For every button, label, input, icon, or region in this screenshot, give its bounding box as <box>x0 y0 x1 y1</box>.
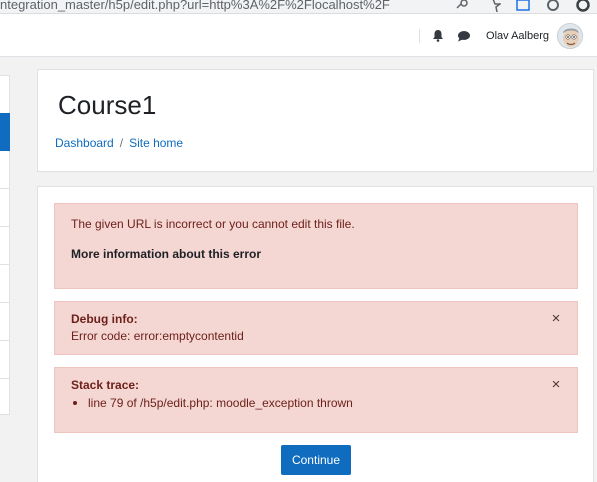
error-alert: The given URL is incorrect or you cannot… <box>54 203 578 289</box>
nav-drawer <box>0 75 10 415</box>
key-icon[interactable] <box>455 0 471 12</box>
error-message: The given URL is incorrect or you cannot… <box>71 217 355 231</box>
drawer-divider <box>0 302 10 303</box>
browser-icons <box>455 0 597 13</box>
nav-divider <box>419 28 421 43</box>
user-menu-area: Olav Aalberg <box>419 14 583 57</box>
drawer-item-active[interactable] <box>0 113 10 151</box>
breadcrumb-separator: / <box>119 136 124 150</box>
main-content: The given URL is incorrect or you cannot… <box>37 186 594 482</box>
browser-toolbar: ntegration_master/h5p/edit.php?url=http%… <box>0 0 597 14</box>
drawer-divider <box>0 264 10 265</box>
browser-url[interactable]: ntegration_master/h5p/edit.php?url=http%… <box>0 0 390 12</box>
stack-trace-list: line 79 of /h5p/edit.php: moodle_excepti… <box>71 396 353 410</box>
bell-icon[interactable] <box>430 28 446 44</box>
user-name[interactable]: Olav Aalberg <box>486 30 549 42</box>
continue-button[interactable]: Continue <box>281 445 351 475</box>
page-header: Course1 Dashboard / Site home <box>37 69 594 172</box>
drawer-divider <box>0 340 10 341</box>
bullet-icon <box>73 401 77 405</box>
refresh-icon[interactable] <box>545 0 561 12</box>
stack-trace-title: Stack trace: <box>71 378 140 392</box>
top-navbar: Olav Aalberg <box>0 14 597 57</box>
close-icon[interactable]: × <box>549 377 563 392</box>
close-icon[interactable]: × <box>549 311 563 326</box>
stack-trace-line: line 79 of /h5p/edit.php: moodle_excepti… <box>88 396 353 410</box>
chat-icon[interactable] <box>456 28 472 44</box>
breadcrumb-dashboard[interactable]: Dashboard <box>55 136 114 150</box>
profile-icon[interactable] <box>575 0 591 12</box>
debug-info-text: Error code: error:emptycontentid <box>71 329 244 343</box>
star-icon[interactable] <box>485 0 503 13</box>
extension-icon[interactable] <box>515 0 531 12</box>
breadcrumb: Dashboard / Site home <box>55 136 183 150</box>
debug-info-title: Debug info: <box>71 312 138 326</box>
breadcrumb-site-home[interactable]: Site home <box>129 136 183 150</box>
drawer-divider <box>0 188 10 189</box>
error-more-info: More information about this error <box>71 247 262 261</box>
debug-info-alert: Debug info: Error code: error:emptyconte… <box>54 301 578 355</box>
drawer-divider <box>0 226 10 227</box>
list-item: line 79 of /h5p/edit.php: moodle_excepti… <box>71 396 353 410</box>
page-title: Course1 <box>58 90 157 120</box>
avatar[interactable] <box>557 22 583 49</box>
drawer-divider <box>0 378 10 379</box>
stack-trace-alert: Stack trace: line 79 of /h5p/edit.php: m… <box>54 367 578 433</box>
